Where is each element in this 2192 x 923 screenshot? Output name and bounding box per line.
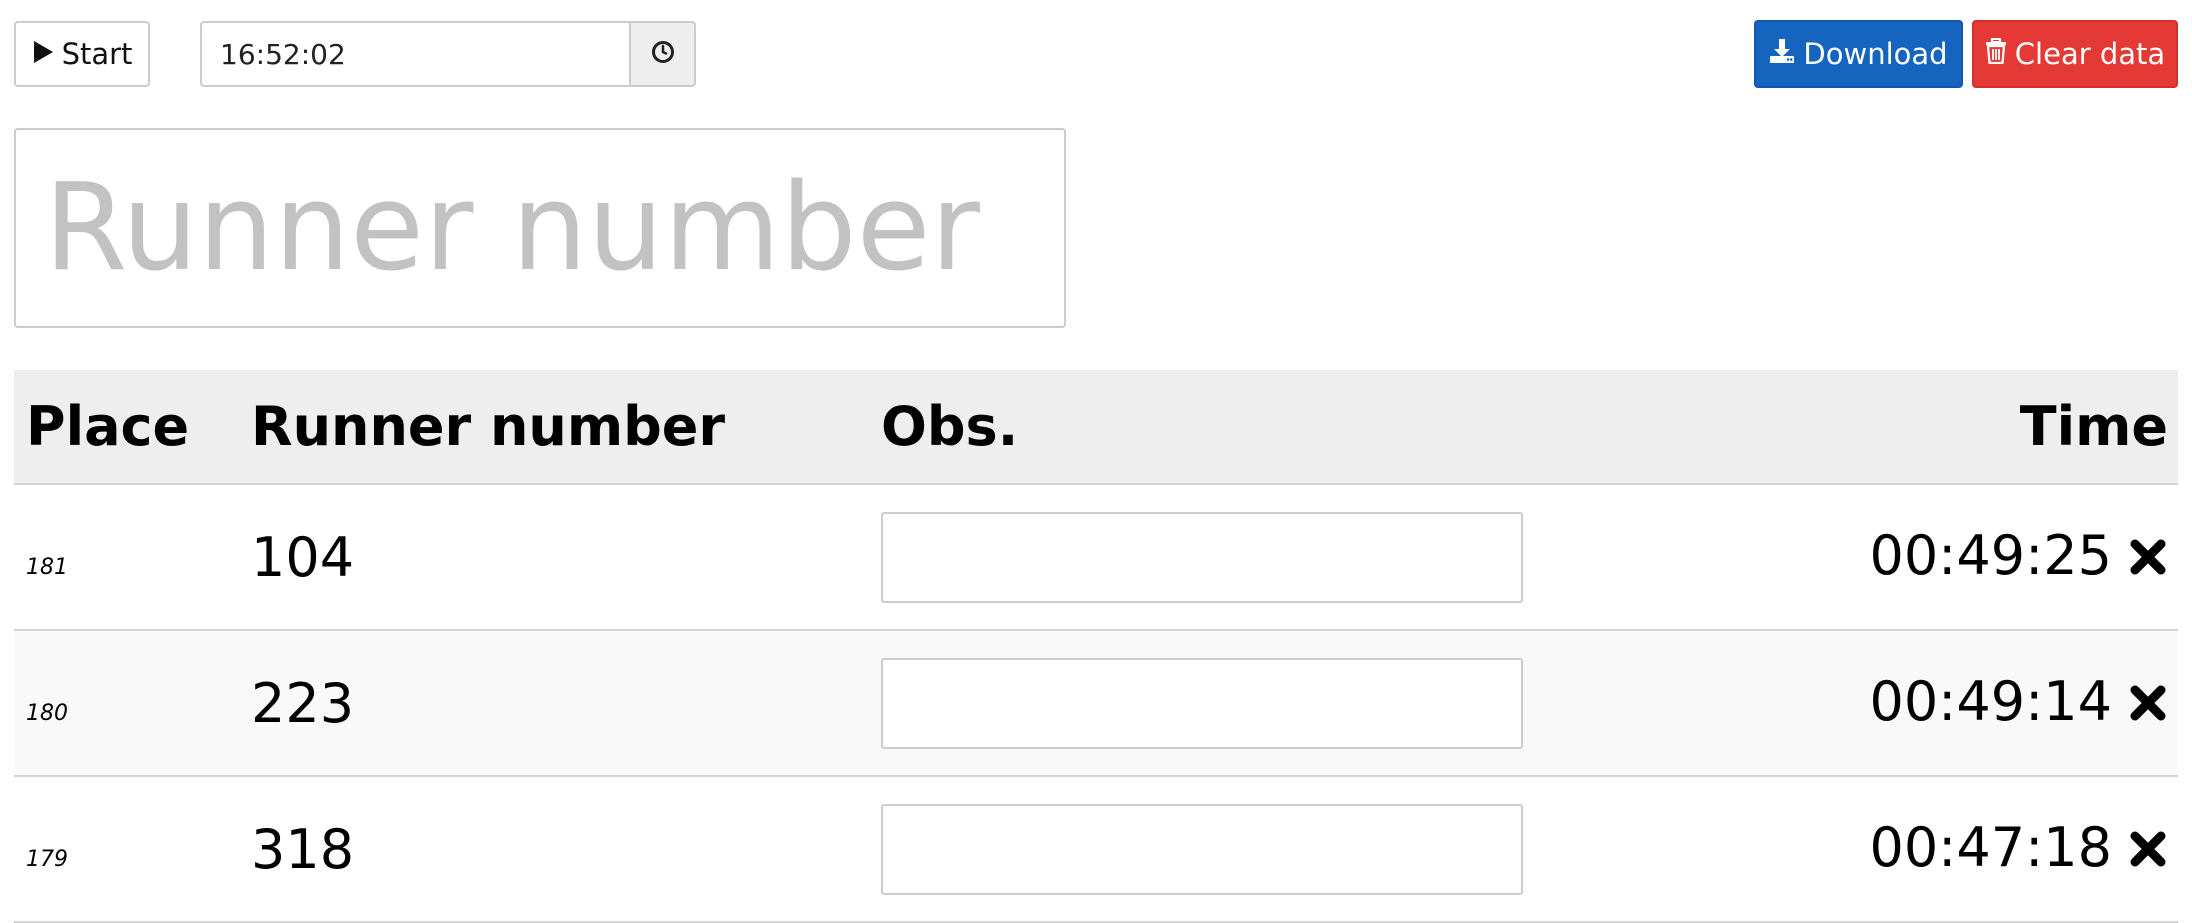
runner-number-cell: 318	[239, 776, 869, 923]
runner-number-column-header: Runner number	[239, 370, 869, 485]
clear-data-button-label: Clear data	[2014, 37, 2166, 71]
start-button[interactable]: Start	[14, 21, 150, 87]
obs-cell	[869, 630, 1609, 777]
clock-icon	[651, 40, 675, 68]
place-cell: 180	[14, 630, 239, 777]
time-cell: 00:49:14	[1609, 630, 2178, 777]
place-column-header: Place	[14, 370, 239, 485]
trash-icon	[1985, 37, 2007, 71]
time-cell: 00:47:18	[1609, 776, 2178, 923]
table-row: 180 223 00:49:14	[14, 630, 2178, 777]
time-column-header: Time	[1609, 370, 2178, 485]
runner-number-cell: 104	[239, 484, 869, 631]
time-input-group	[200, 21, 696, 87]
time-input[interactable]	[200, 21, 629, 87]
place-cell: 179	[14, 776, 239, 923]
obs-input[interactable]	[881, 511, 1523, 603]
table-header-row: Place Runner number Obs. Time	[14, 370, 2178, 485]
obs-input[interactable]	[881, 803, 1523, 895]
close-icon[interactable]	[2128, 819, 2168, 882]
obs-cell	[869, 776, 1609, 923]
close-icon[interactable]	[2128, 673, 2168, 736]
close-icon[interactable]	[2128, 527, 2168, 590]
table-row: 179 318 00:47:18	[14, 776, 2178, 923]
results-table: Place Runner number Obs. Time 181 104 00…	[14, 370, 2178, 923]
obs-cell	[869, 484, 1609, 631]
time-picker-button[interactable]	[629, 21, 696, 87]
play-icon	[32, 37, 54, 71]
time-cell: 00:49:25	[1609, 484, 2178, 631]
time-value: 00:49:14	[1869, 669, 2112, 733]
download-button-label: Download	[1803, 37, 1948, 71]
place-cell: 181	[14, 484, 239, 631]
time-value: 00:49:25	[1869, 523, 2112, 587]
runner-number-input[interactable]	[14, 128, 1066, 328]
download-button[interactable]: Download	[1754, 20, 1963, 88]
obs-column-header: Obs.	[869, 370, 1609, 485]
download-icon	[1769, 37, 1795, 71]
runner-number-cell: 223	[239, 630, 869, 777]
time-value: 00:47:18	[1869, 815, 2112, 879]
clear-data-button[interactable]: Clear data	[1972, 20, 2178, 88]
table-row: 181 104 00:49:25	[14, 484, 2178, 631]
obs-input[interactable]	[881, 657, 1523, 749]
start-button-label: Start	[61, 37, 133, 71]
